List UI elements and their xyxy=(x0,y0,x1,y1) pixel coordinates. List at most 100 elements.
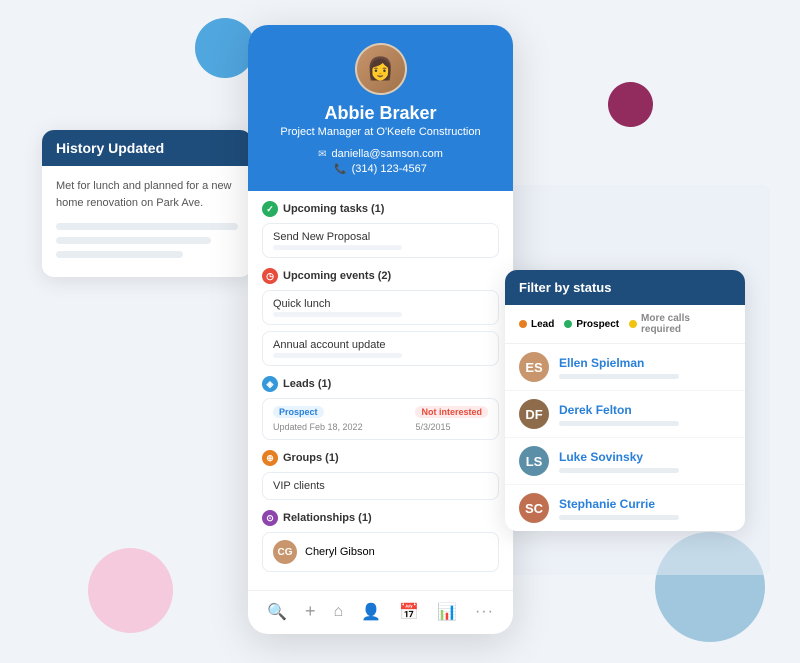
history-card-text: Met for lunch and planned for a new home… xyxy=(56,178,238,211)
upcoming-tasks-header: ✓ Upcoming tasks (1) xyxy=(262,201,499,217)
person-info-4: Stephanie Currie xyxy=(559,497,731,520)
rel-avatar-1: CG xyxy=(273,540,297,564)
prospect-label: Prospect xyxy=(576,319,619,330)
phone-icon: 📞 xyxy=(334,164,346,175)
group-item-1[interactable]: VIP clients xyxy=(262,472,499,500)
history-card: History Updated Met for lunch and planne… xyxy=(42,130,252,277)
leads-row: Prospect Updated Feb 18, 2022 Not intere… xyxy=(273,406,488,432)
nav-home[interactable]: ⌂ xyxy=(333,603,343,621)
task-sub-1 xyxy=(273,245,402,250)
person-line-1 xyxy=(559,374,679,379)
history-card-title: History Updated xyxy=(56,140,164,156)
person-row-3[interactable]: LS Luke Sovinsky xyxy=(505,438,745,485)
nav-search[interactable]: 🔍 xyxy=(267,602,287,622)
person-name-4: Stephanie Currie xyxy=(559,497,731,511)
upcoming-events-label: Upcoming events (2) xyxy=(283,270,391,282)
deco-circle-blue-top xyxy=(195,18,255,78)
phone-nav: 🔍 + ⌂ 👤 📅 📊 ··· xyxy=(248,590,513,634)
person-name-2: Derek Felton xyxy=(559,403,731,417)
person-row-2[interactable]: DF Derek Felton xyxy=(505,391,745,438)
phone-card-header: 👩 Abbie Braker Project Manager at O'Keef… xyxy=(248,25,513,191)
groups-icon: ⊕ xyxy=(262,450,278,466)
person-avatar-4: SC xyxy=(519,493,549,523)
task-item-1[interactable]: Send New Proposal xyxy=(262,223,499,258)
deco-circle-maroon xyxy=(608,82,653,127)
deco-circle-pink xyxy=(88,548,173,633)
avatar: 👩 xyxy=(355,43,407,95)
relationships-icon: ⊙ xyxy=(262,510,278,526)
contact-phone: (314) 123-4567 xyxy=(352,163,427,175)
person-info-3: Luke Sovinsky xyxy=(559,450,731,473)
filter-tags: Lead Prospect More calls required xyxy=(505,305,745,344)
person-row-4[interactable]: SC Stephanie Currie xyxy=(505,485,745,531)
filter-tag-lead[interactable]: Lead xyxy=(519,319,554,330)
lead-dot xyxy=(519,320,527,328)
person-name-1: Ellen Spielman xyxy=(559,356,731,370)
leads-right: Not interested 5/3/2015 xyxy=(415,406,488,432)
person-name-3: Luke Sovinsky xyxy=(559,450,731,464)
upcoming-events-header: ◷ Upcoming events (2) xyxy=(262,268,499,284)
person-avatar-3: LS xyxy=(519,446,549,476)
scene: History Updated Met for lunch and planne… xyxy=(0,0,800,663)
history-card-body: Met for lunch and planned for a new home… xyxy=(42,166,252,277)
leads-header: ◈ Leads (1) xyxy=(262,376,499,392)
relationships-header: ⊙ Relationships (1) xyxy=(262,510,499,526)
nav-more[interactable]: ··· xyxy=(475,603,494,621)
person-avatar-2: DF xyxy=(519,399,549,429)
history-card-header: History Updated xyxy=(42,130,252,166)
groups-section: ⊕ Groups (1) VIP clients xyxy=(262,450,499,500)
groups-header: ⊕ Groups (1) xyxy=(262,450,499,466)
contact-email-row: ✉ daniella@samson.com xyxy=(318,148,443,160)
filter-card: Filter by status Lead Prospect More call… xyxy=(505,270,745,531)
leads-section: ◈ Leads (1) Prospect Updated Feb 18, 202… xyxy=(262,376,499,440)
person-line-4 xyxy=(559,515,679,520)
relationships-label: Relationships (1) xyxy=(283,512,372,524)
relationships-section: ⊙ Relationships (1) CG Cheryl Gibson xyxy=(262,510,499,572)
lead-item-1[interactable]: Prospect Updated Feb 18, 2022 Not intere… xyxy=(262,398,499,440)
prospect-badge: Prospect xyxy=(273,406,324,418)
contact-title: Project Manager at O'Keefe Construction xyxy=(264,126,497,138)
nav-person[interactable]: 👤 xyxy=(361,602,381,622)
more-dot xyxy=(629,320,637,328)
filter-header: Filter by status xyxy=(505,270,745,305)
person-line-2 xyxy=(559,421,679,426)
person-avatar-1: ES xyxy=(519,352,549,382)
nav-chart[interactable]: 📊 xyxy=(437,602,457,622)
group-text-1: VIP clients xyxy=(273,480,488,492)
event-sub-1 xyxy=(273,312,402,317)
email-icon: ✉ xyxy=(318,149,326,160)
event-text-1: Quick lunch xyxy=(273,298,488,310)
tasks-icon: ✓ xyxy=(262,201,278,217)
leads-label: Leads (1) xyxy=(283,378,331,390)
not-interested-badge: Not interested xyxy=(415,406,488,418)
task-text-1: Send New Proposal xyxy=(273,231,488,243)
phone-card: 👩 Abbie Braker Project Manager at O'Keef… xyxy=(248,25,513,634)
upcoming-events-section: ◷ Upcoming events (2) Quick lunch Annual… xyxy=(262,268,499,366)
relationship-item-1[interactable]: CG Cheryl Gibson xyxy=(262,532,499,572)
rel-name-1: Cheryl Gibson xyxy=(305,546,375,558)
event-sub-2 xyxy=(273,353,402,358)
upcoming-tasks-label: Upcoming tasks (1) xyxy=(283,203,384,215)
nav-add[interactable]: + xyxy=(305,601,316,622)
upcoming-tasks-section: ✓ Upcoming tasks (1) Send New Proposal xyxy=(262,201,499,258)
phone-card-body: ✓ Upcoming tasks (1) Send New Proposal ◷… xyxy=(248,191,513,590)
filter-tag-prospect[interactable]: Prospect xyxy=(564,319,619,330)
history-line-1 xyxy=(56,223,238,230)
filter-title: Filter by status xyxy=(519,280,611,295)
nav-calendar[interactable]: 📅 xyxy=(399,602,419,622)
lead-label: Lead xyxy=(531,319,554,330)
leads-date: 5/3/2015 xyxy=(415,422,488,432)
event-text-2: Annual account update xyxy=(273,339,488,351)
events-icon: ◷ xyxy=(262,268,278,284)
person-info-2: Derek Felton xyxy=(559,403,731,426)
groups-label: Groups (1) xyxy=(283,452,339,464)
event-item-1[interactable]: Quick lunch xyxy=(262,290,499,325)
person-row-1[interactable]: ES Ellen Spielman xyxy=(505,344,745,391)
filter-tag-more[interactable]: More calls required xyxy=(629,313,731,335)
contact-name: Abbie Braker xyxy=(264,103,497,124)
history-line-3 xyxy=(56,251,183,258)
more-label: More calls required xyxy=(641,313,731,335)
event-item-2[interactable]: Annual account update xyxy=(262,331,499,366)
leads-left: Prospect Updated Feb 18, 2022 xyxy=(273,406,363,432)
leads-updated: Updated Feb 18, 2022 xyxy=(273,422,363,432)
